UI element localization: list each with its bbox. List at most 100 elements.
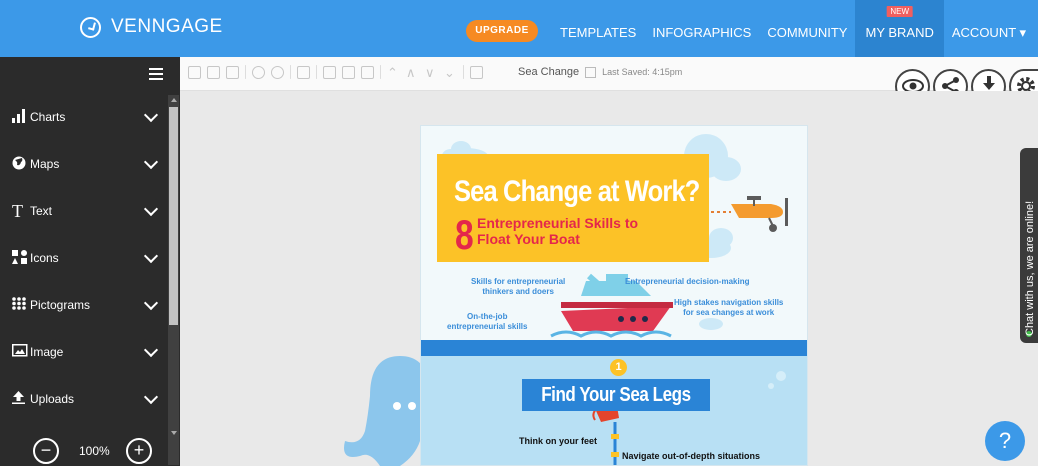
toolbar-divider xyxy=(290,65,291,79)
undo-icon[interactable] xyxy=(252,65,265,79)
sidebar-item-label: Image xyxy=(30,345,64,359)
zoom-controls: − 100% + xyxy=(0,435,180,466)
upload-icon xyxy=(0,391,30,407)
skill-label[interactable]: High stakes navigation skills for sea ch… xyxy=(674,298,783,318)
sidebar-item-pictograms[interactable]: Pictograms xyxy=(0,282,168,328)
infographic-headline[interactable]: Sea Change at Work? xyxy=(454,175,700,209)
chevron-down-icon xyxy=(143,389,159,404)
top-navigation: VENNGAGE UPGRADE TEMPLATES INFOGRAPHICS … xyxy=(0,0,1038,57)
skill-label[interactable]: On-the-job entrepreneurial skills xyxy=(447,312,527,332)
skill-label-line: for sea changes at work xyxy=(683,308,775,317)
scroll-up-arrow-icon[interactable] xyxy=(171,98,177,102)
skill-label-line: entrepreneurial skills xyxy=(447,322,528,331)
airplane-icon xyxy=(731,196,788,232)
chevron-down-icon xyxy=(143,154,159,169)
nav-community[interactable]: COMMUNITY xyxy=(759,0,855,57)
step-number-badge[interactable]: 1 xyxy=(610,359,627,376)
scrollbar-thumb[interactable] xyxy=(169,107,178,325)
chevron-down-icon xyxy=(143,107,159,122)
skill-label-line: Skills for entrepreneurial xyxy=(471,277,566,286)
sidebar-item-charts[interactable]: Charts xyxy=(0,94,168,140)
sidebar-item-icons[interactable]: Icons xyxy=(0,235,168,281)
my-brand-label: MY BRAND xyxy=(865,25,934,40)
toolbar-divider xyxy=(380,65,381,79)
skill-label[interactable]: Skills for entrepreneurial thinkers and … xyxy=(471,277,565,297)
zoom-out-button[interactable]: − xyxy=(33,437,59,464)
move-up-icon[interactable]: ∧ xyxy=(406,66,419,79)
bring-forward-icon[interactable] xyxy=(188,65,201,79)
last-saved-text: Last Saved: 4:15pm xyxy=(602,67,683,77)
edit-icon[interactable] xyxy=(342,65,355,79)
section-title[interactable]: Find Your Sea Legs xyxy=(522,379,710,411)
toolbar-tools: ⌃ ∧ ∨ ⌄ xyxy=(188,65,483,79)
chat-widget-text: Chat with us, we are online! xyxy=(1024,200,1036,336)
sidebar-item-label: Pictograms xyxy=(30,298,91,312)
image-icon xyxy=(0,344,30,360)
sidebar-item-label: Maps xyxy=(30,157,60,171)
clock-logo-icon xyxy=(80,16,101,38)
move-down-icon[interactable]: ∨ xyxy=(425,66,438,79)
trash-icon[interactable] xyxy=(470,65,483,79)
move-to-bottom-icon[interactable]: ⌄ xyxy=(444,66,457,79)
rename-pencil-icon[interactable] xyxy=(585,66,597,78)
upgrade-button[interactable]: UPGRADE xyxy=(466,20,538,42)
sidebar-item-uploads[interactable]: Uploads xyxy=(0,376,168,422)
copy-icon[interactable] xyxy=(361,65,374,79)
globe-icon xyxy=(0,156,30,173)
send-backward-icon[interactable] xyxy=(207,65,220,79)
sidebar-item-image[interactable]: Image xyxy=(0,329,168,375)
nav-templates[interactable]: TEMPLATES xyxy=(552,0,644,57)
hamburger-menu-icon[interactable] xyxy=(149,68,163,80)
skill-label[interactable]: Entrepreneurial decision-making xyxy=(625,277,749,287)
infographic-number[interactable]: 8 xyxy=(455,214,474,256)
nav-infographics[interactable]: INFOGRAPHICS xyxy=(644,0,759,57)
sidebar-item-label: Charts xyxy=(30,110,66,124)
infographic-subtitle[interactable]: Entrepreneurial Skills to Float Your Boa… xyxy=(477,215,638,247)
nav-account-dropdown[interactable]: ACCOUNT ▾ xyxy=(944,0,1034,57)
sidebar-item-maps[interactable]: Maps xyxy=(0,141,168,187)
subtitle-line-2: Float Your Boat xyxy=(477,231,580,247)
infographic-page[interactable]: Sea Change at Work? 8 Entrepreneurial Sk… xyxy=(420,125,808,466)
sea-band xyxy=(421,340,807,356)
toolbar-divider xyxy=(463,65,464,79)
toolbar-divider xyxy=(316,65,317,79)
lock-icon[interactable] xyxy=(323,65,336,79)
subtitle-line-1: Entrepreneurial Skills to xyxy=(477,215,639,231)
document-title[interactable]: Sea Change xyxy=(518,66,579,78)
tip-text[interactable]: Think on your feet xyxy=(519,436,597,446)
chat-widget-tab[interactable]: Chat with us, we are online! xyxy=(1020,148,1038,343)
skill-label-line: thinkers and doers xyxy=(482,287,554,296)
zoom-in-button[interactable]: + xyxy=(126,437,152,464)
chevron-down-icon xyxy=(143,342,159,357)
sidebar-item-label: Icons xyxy=(30,251,59,265)
nav-links: TEMPLATES INFOGRAPHICS COMMUNITY NEW MY … xyxy=(552,0,1034,57)
new-badge: NEW xyxy=(886,6,914,17)
venngage-logo[interactable]: VENNGAGE xyxy=(80,16,223,38)
sidebar-item-label: Text xyxy=(30,204,53,218)
chevron-down-icon xyxy=(143,201,159,216)
nav-my-brand[interactable]: NEW MY BRAND xyxy=(855,0,944,57)
move-to-top-icon[interactable]: ⌃ xyxy=(387,66,400,79)
tip-text[interactable]: Navigate out-of-depth situations xyxy=(622,451,760,461)
pictogram-grid-icon xyxy=(0,297,30,313)
replace-image-icon[interactable] xyxy=(226,65,239,79)
sidebar-item-text[interactable]: T Text xyxy=(0,188,168,234)
left-sidebar: Charts Maps T Text Icons Pictograms Imag… xyxy=(0,57,180,466)
zoom-level: 100% xyxy=(79,443,110,458)
skill-label-line: On-the-job xyxy=(467,312,508,321)
toolbar-divider xyxy=(245,65,246,79)
section-title-text: Find Your Sea Legs xyxy=(541,384,691,406)
help-button[interactable]: ? xyxy=(985,421,1025,461)
text-icon: T xyxy=(12,200,23,221)
bar-chart-icon xyxy=(0,108,30,126)
sidebar-scrollbar[interactable] xyxy=(168,95,179,465)
document-info: Sea Change Last Saved: 4:15pm xyxy=(518,66,682,78)
icons-icon xyxy=(0,249,30,267)
skill-label-line: High stakes navigation skills xyxy=(674,298,784,307)
redo-icon[interactable] xyxy=(271,65,284,79)
chevron-down-icon xyxy=(143,248,159,263)
chevron-down-icon xyxy=(143,295,159,310)
brand-name: VENNGAGE xyxy=(111,16,223,37)
sidebar-item-label: Uploads xyxy=(30,392,75,406)
group-icon[interactable] xyxy=(297,65,310,79)
